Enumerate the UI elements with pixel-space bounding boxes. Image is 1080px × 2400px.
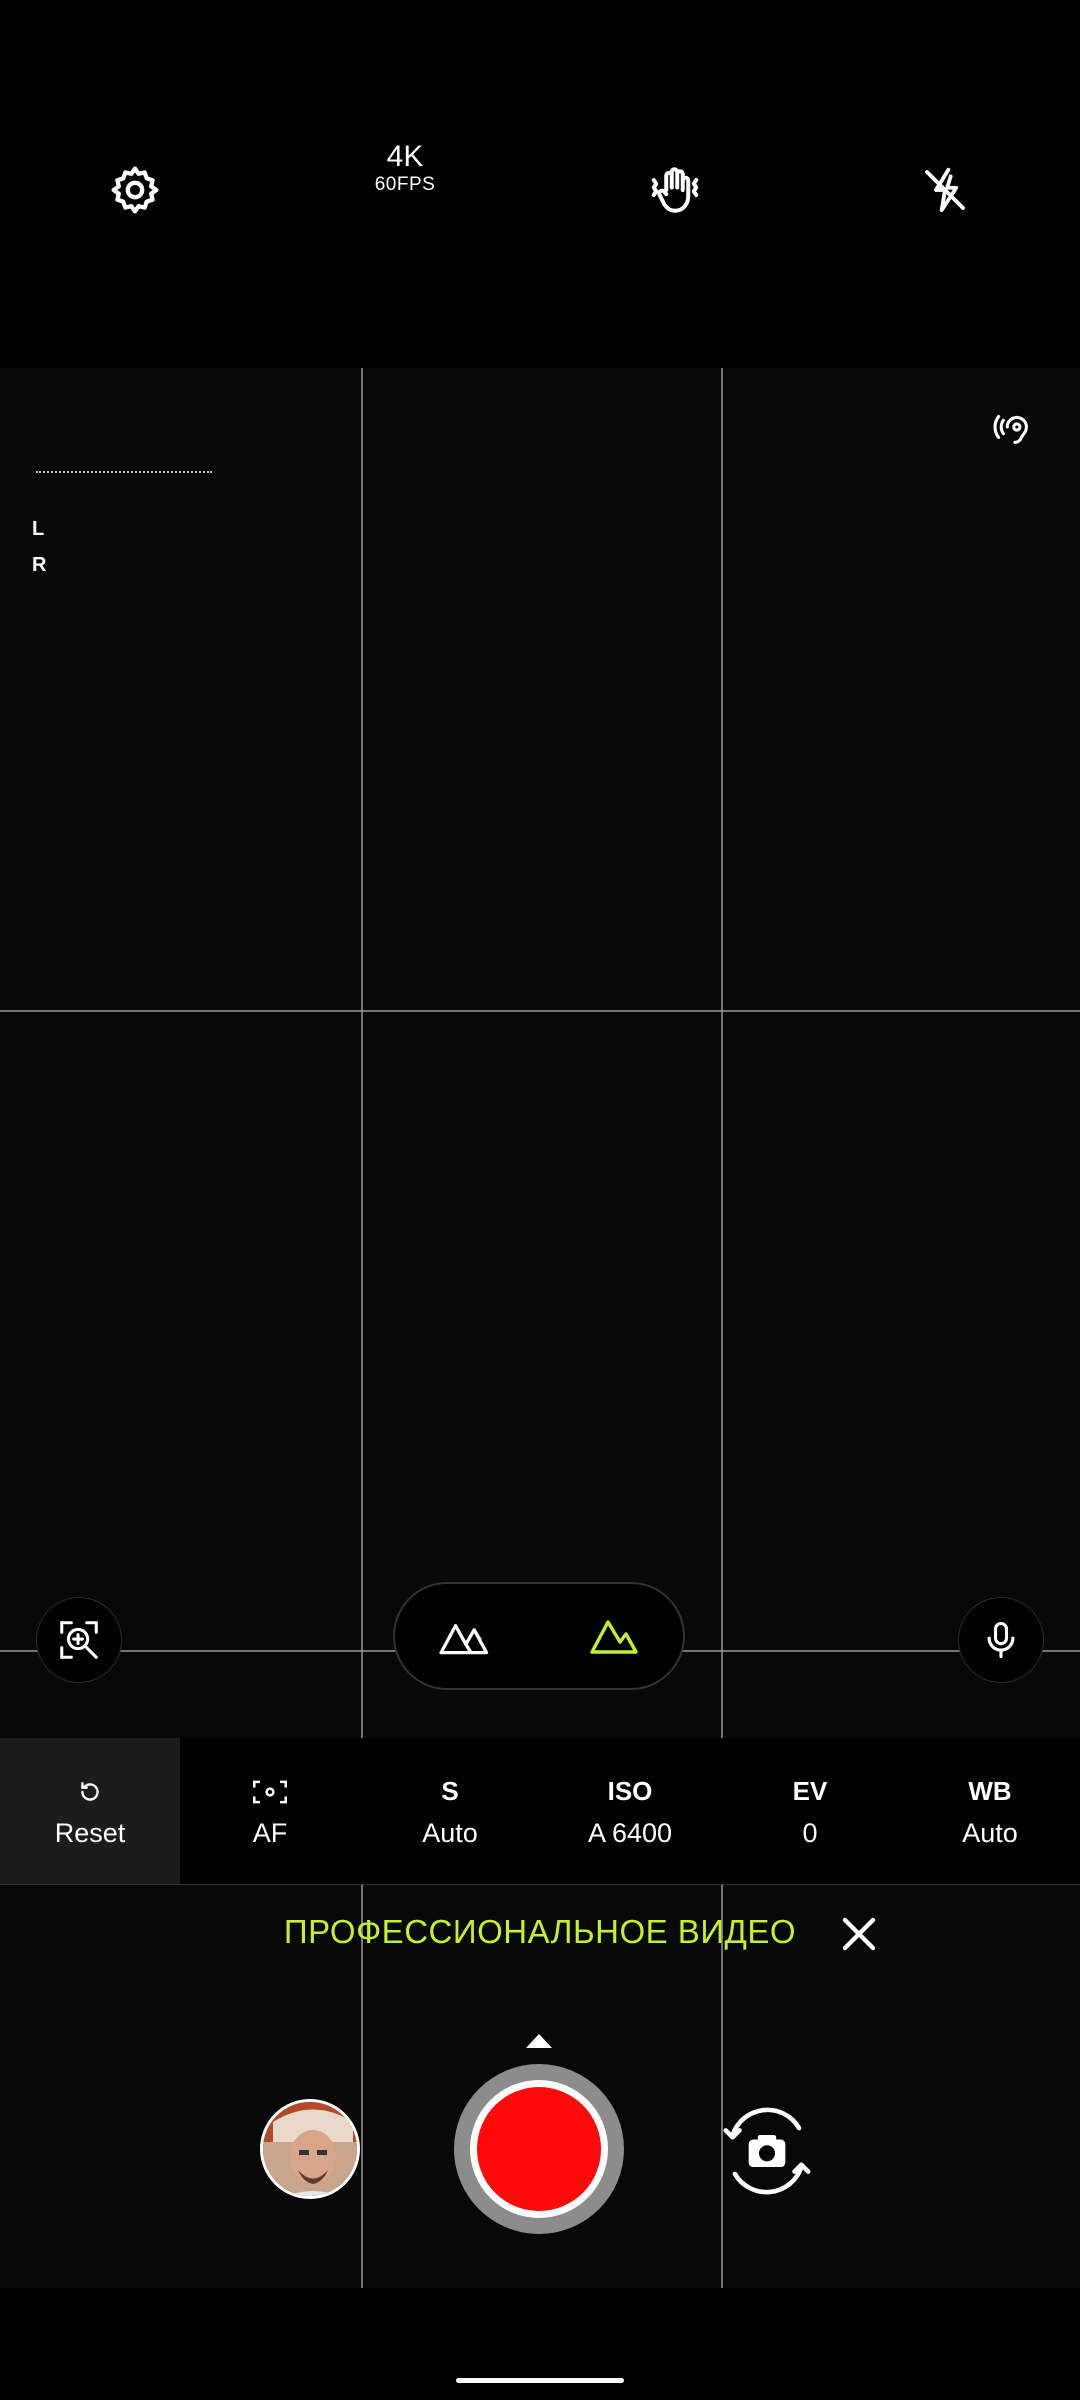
settings-button[interactable]	[85, 140, 185, 240]
lens-wide-option[interactable]	[438, 1612, 501, 1661]
param-af[interactable]: AF	[180, 1738, 360, 1884]
mountains-wide-icon	[438, 1623, 488, 1654]
close-mode-button[interactable]	[835, 1910, 883, 1958]
hand-shake-icon	[651, 167, 699, 213]
audio-channel-left: L	[32, 518, 45, 540]
microphone-button[interactable]	[958, 1597, 1044, 1683]
stabilization-button[interactable]	[625, 140, 725, 240]
pro-params-bar: Reset AF S Auto ISO A 6400 EV 0 WB Auto	[0, 1738, 1080, 1885]
grid-line	[361, 368, 363, 2288]
audio-level-meter	[36, 471, 212, 473]
mode-label: ПРОФЕССИОНАЛЬНОЕ ВИДЕО	[283, 1913, 797, 1950]
param-iso-title: ISO	[607, 1776, 653, 1806]
reset-icon	[77, 1774, 103, 1810]
gallery-thumbnail[interactable]	[260, 2099, 360, 2199]
resolution-label: 4K	[386, 140, 424, 173]
param-af-value: AF	[252, 1817, 288, 1848]
framerate-label: 60FPS	[374, 174, 436, 195]
lens-standard-option[interactable]	[588, 1612, 640, 1661]
param-wb[interactable]: WB Auto	[900, 1738, 1080, 1884]
param-wb-value: Auto	[962, 1817, 1018, 1848]
flash-button[interactable]	[895, 140, 995, 240]
mountain-standard-icon	[589, 1619, 638, 1654]
ear-audio-icon	[993, 414, 1028, 444]
close-icon	[842, 1917, 876, 1951]
param-shutter-value: Auto	[422, 1817, 478, 1848]
magnify-zoom-icon	[60, 1621, 98, 1659]
param-iso[interactable]: ISO A 6400	[540, 1738, 720, 1884]
camera-flip-icon	[723, 2107, 811, 2195]
audio-channel-right: R	[32, 554, 47, 576]
flash-off-icon	[925, 167, 965, 213]
param-ev-title: EV	[792, 1776, 828, 1806]
microphone-icon	[987, 1621, 1015, 1659]
zoom-lens-button[interactable]	[36, 1597, 122, 1683]
param-ev[interactable]: EV 0	[720, 1738, 900, 1884]
gear-icon	[111, 166, 159, 214]
audio-focus-button[interactable]	[990, 404, 1036, 450]
home-indicator[interactable]	[456, 2378, 624, 2383]
param-wb-title: WB	[968, 1776, 1012, 1806]
camera-flip-button[interactable]	[712, 2096, 822, 2206]
param-iso-value: A 6400	[587, 1817, 673, 1848]
viewfinder[interactable]	[0, 368, 1080, 2288]
expand-modes-caret[interactable]	[526, 2034, 552, 2048]
grid-line	[0, 1010, 1080, 1012]
grid-line	[721, 368, 723, 2288]
param-shutter-title: S	[441, 1776, 459, 1806]
param-reset[interactable]: Reset	[0, 1738, 180, 1884]
param-reset-label: Reset	[54, 1817, 126, 1848]
param-ev-value: 0	[802, 1817, 818, 1848]
record-button[interactable]	[477, 2087, 601, 2211]
resolution-selector[interactable]: 4K 60FPS	[355, 140, 455, 196]
param-shutter[interactable]: S Auto	[360, 1738, 540, 1884]
af-icon	[252, 1774, 288, 1810]
lens-switcher[interactable]	[393, 1582, 685, 1690]
